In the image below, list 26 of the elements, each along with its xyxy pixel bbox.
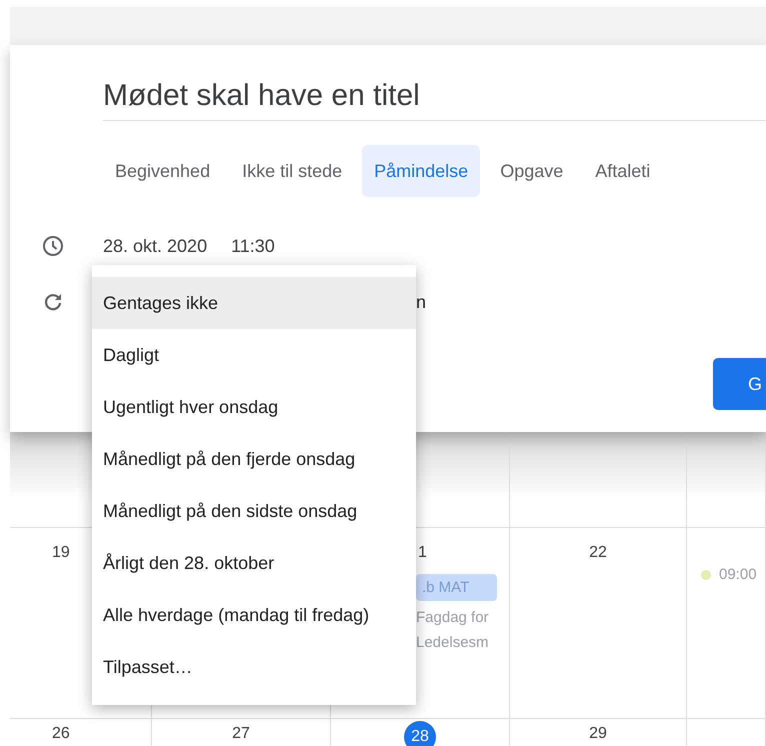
event-type-tab[interactable]: Påmindelse xyxy=(362,145,480,197)
clock-icon xyxy=(41,234,65,258)
day-number: 28 xyxy=(404,721,436,746)
day-number: 29 xyxy=(589,725,607,743)
date-field[interactable]: 28. okt. 2020 xyxy=(103,236,208,256)
day-number: 26 xyxy=(52,725,70,743)
day-number: 22 xyxy=(589,544,607,562)
repeat-option[interactable]: Alle hverdage (mandag til fredag) xyxy=(92,589,416,641)
day-number: 19 xyxy=(52,544,70,562)
title-field[interactable]: Mødet skal have en titel xyxy=(103,45,766,121)
save-button[interactable]: G xyxy=(713,358,766,410)
time-field[interactable]: 11:30 xyxy=(231,236,275,256)
event-type-tab[interactable]: Ikke til stede xyxy=(230,145,354,197)
event-type-tab[interactable]: Opgave xyxy=(488,145,576,197)
event-type-tab[interactable]: Begivenhed xyxy=(103,145,222,197)
repeat-option[interactable]: Årligt den 28. oktober xyxy=(92,537,416,589)
repeat-option[interactable]: Ugentligt hver onsdag xyxy=(92,381,416,433)
repeat-field[interactable]: n xyxy=(416,292,426,312)
event-type-tab[interactable]: Aftaleti xyxy=(583,145,662,197)
day-number: 1 xyxy=(418,544,427,562)
repeat-option[interactable]: Tilpasset… xyxy=(92,641,416,693)
day-number: 27 xyxy=(232,725,250,743)
repeat-option[interactable]: Månedligt på den sidste onsdag xyxy=(92,485,416,537)
repeat-option[interactable]: Gentages ikke xyxy=(92,277,416,329)
repeat-option[interactable]: Dagligt xyxy=(92,329,416,381)
repeat-option[interactable]: Månedligt på den fjerde onsdag xyxy=(92,433,416,485)
